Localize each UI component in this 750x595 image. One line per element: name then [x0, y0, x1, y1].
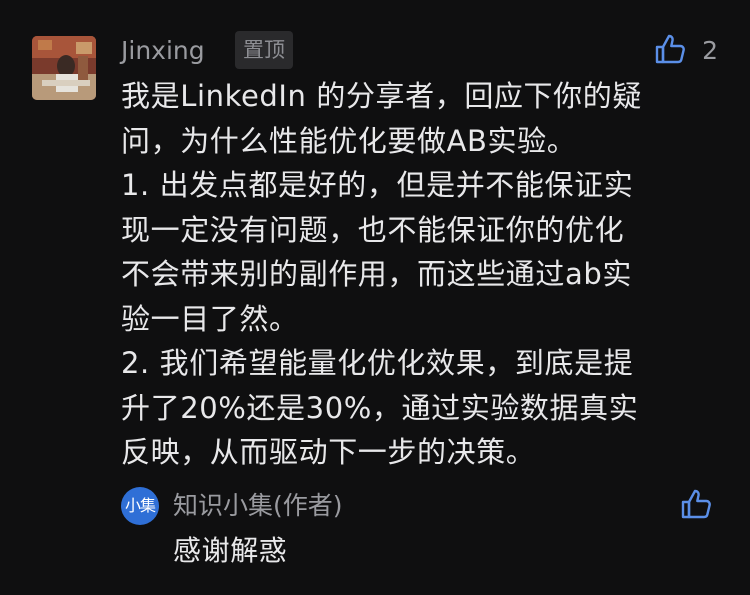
comment-line: 升了20%还是30%，通过实验数据真实	[121, 390, 639, 425]
comment-card: Jinxing 置顶 2 我是LinkedIn 的分享者，回应下你的疑 问，为什…	[0, 0, 750, 595]
reply-item: 小集 知识小集(作者) 感谢解惑	[121, 487, 721, 577]
avatar[interactable]	[32, 36, 96, 100]
like-count: 2	[702, 36, 718, 65]
comment-line: 不会带来别的副作用，而这些通过ab实	[121, 257, 632, 291]
comment-body: 我是LinkedIn 的分享者，回应下你的疑 问，为什么性能优化要做AB实验。 …	[121, 74, 706, 475]
thumbs-up-icon	[680, 489, 714, 525]
pinned-badge: 置顶	[235, 31, 293, 69]
comment-line: 现一定没有问题，也不能保证你的优化	[121, 212, 625, 247]
reply-like-button[interactable]	[680, 487, 714, 525]
reply-text: 感谢解惑	[173, 534, 288, 567]
like-button[interactable]: 2	[654, 32, 718, 70]
comment-line: 我是LinkedIn 的分享者，回应下你的疑	[121, 79, 642, 113]
comment-line: 2. 我们希望能量化优化效果，到底是提	[121, 346, 634, 380]
comment-line: 反映，从而驱动下一步的决策。	[121, 435, 536, 469]
author-name[interactable]: Jinxing	[121, 34, 205, 68]
comment-line: 问，为什么性能优化要做AB实验。	[121, 123, 577, 158]
thumbs-up-icon	[654, 32, 688, 70]
comment-line: 1. 出发点都是好的，但是并不能保证实	[121, 168, 634, 202]
avatar-photo	[32, 36, 96, 100]
reply-avatar[interactable]: 小集	[121, 487, 159, 525]
comment-line: 验一目了然。	[121, 301, 299, 336]
reply-author-name[interactable]: 知识小集(作者)	[173, 489, 343, 523]
